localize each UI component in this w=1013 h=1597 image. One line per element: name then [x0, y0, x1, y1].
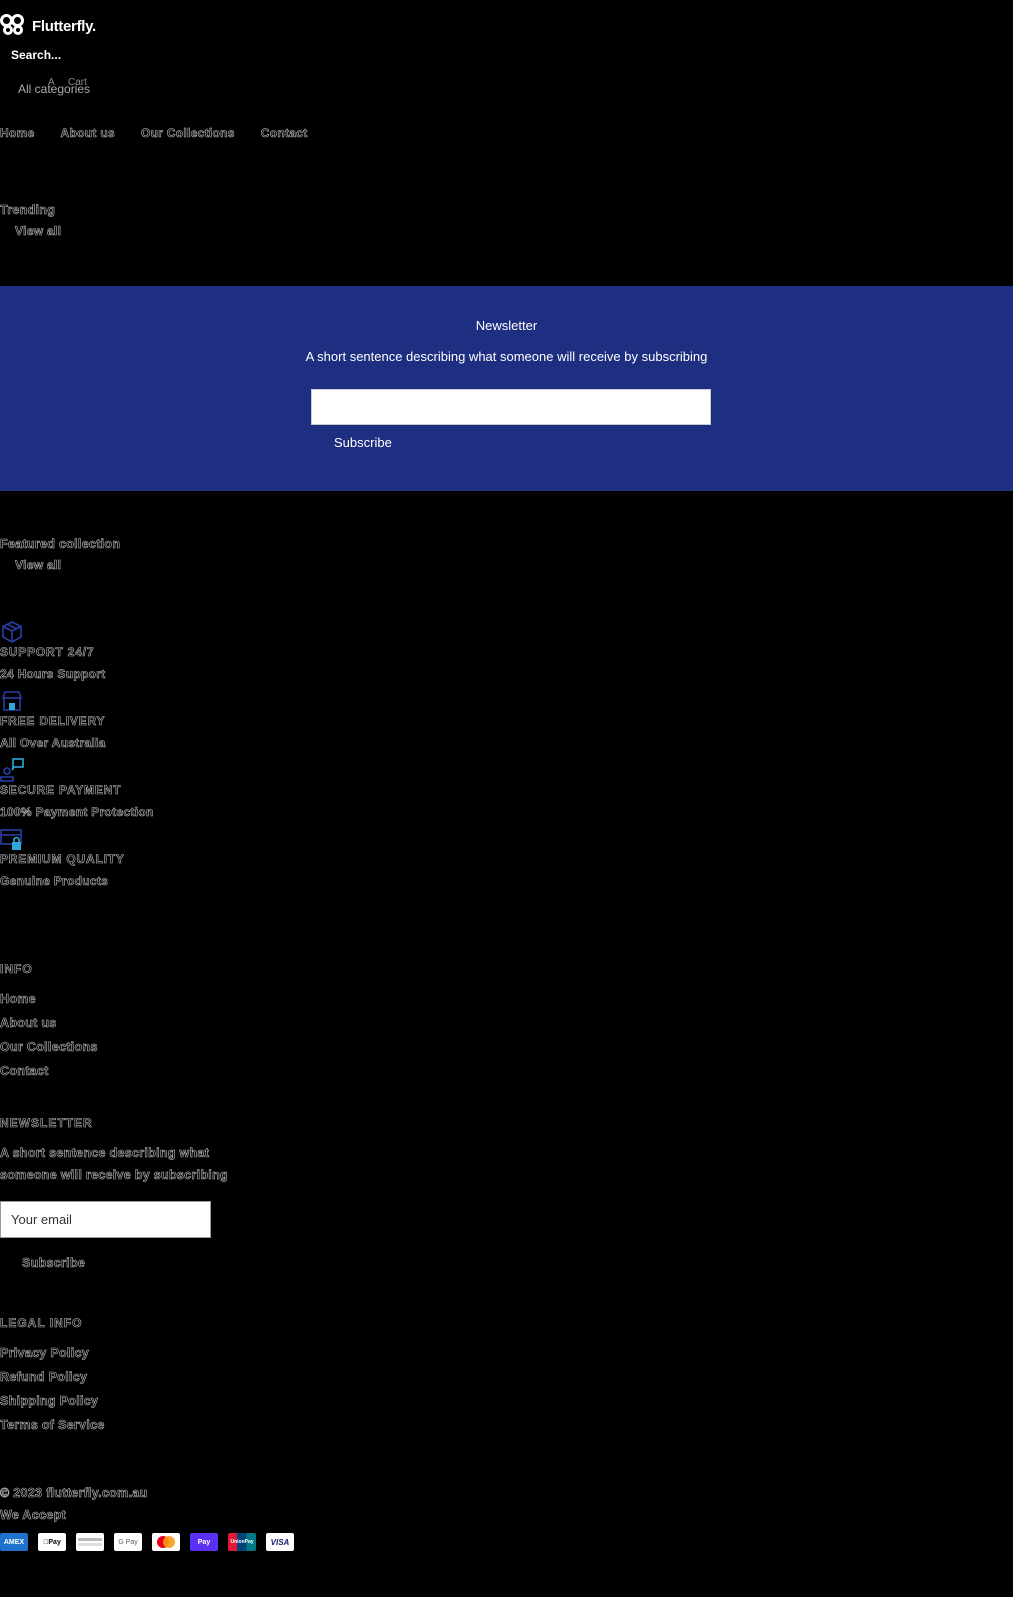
nav-home[interactable]: Home: [0, 126, 35, 141]
diners-club-icon: [76, 1533, 104, 1551]
footer-link-contact[interactable]: Contact: [0, 1064, 49, 1079]
feature-quality: [0, 827, 24, 854]
nav-about-us[interactable]: About us: [60, 126, 115, 141]
mastercard-icon: [152, 1533, 180, 1551]
shop-pay-icon: Pay: [190, 1533, 218, 1551]
footer-link-our-collections[interactable]: Our Collections: [0, 1040, 98, 1055]
feature-subtitle: Genuine Products: [0, 874, 109, 889]
feature-title: FREE DELIVERY: [0, 714, 106, 729]
footer-newsletter-text-line1: A short sentence describing what: [0, 1146, 210, 1161]
support-chat-icon: [0, 758, 24, 782]
newsletter-subtitle: A short sentence describing what someone…: [305, 349, 708, 364]
footer-link-home[interactable]: Home: [0, 992, 36, 1007]
featured-collection-title: Featured collection: [0, 537, 121, 552]
footer-info-heading: INFO: [0, 962, 33, 977]
box-icon: [2, 621, 22, 643]
footer-link-shipping-policy[interactable]: Shipping Policy: [0, 1394, 98, 1409]
secure-card-icon: [0, 829, 22, 850]
footer-link-about-us[interactable]: About us: [0, 1016, 57, 1031]
footer-newsletter-heading: NEWSLETTER: [0, 1116, 93, 1131]
feature-subtitle: 100% Payment Protection: [0, 805, 154, 820]
payment-icons: AMEX Pay G Pay Pay UnionPay VISA: [0, 1533, 294, 1551]
featured-view-all-link[interactable]: View all: [15, 558, 62, 573]
newsletter-email-input[interactable]: [311, 389, 711, 425]
main-nav: Home About us Our Collections Contact: [0, 126, 308, 141]
feature-title: SECURE PAYMENT: [0, 783, 122, 798]
logo-text: Flutterfly.: [32, 17, 96, 35]
feature-title: SUPPORT 24/7: [0, 645, 95, 660]
footer-newsletter-text-line2: someone will receive by subscribing: [0, 1168, 228, 1183]
amex-icon: AMEX: [0, 1533, 28, 1551]
footer-subscribe-button[interactable]: Subscribe: [22, 1256, 85, 1271]
feature-title: PREMIUM QUALITY: [0, 852, 125, 867]
trending-title: Trending: [0, 203, 56, 218]
cart-link[interactable]: Cart: [68, 77, 87, 88]
we-accept-label: We Accept: [0, 1508, 66, 1523]
trending-view-all-link[interactable]: View all: [15, 224, 62, 239]
feature-subtitle: 24 Hours Support: [0, 667, 106, 682]
footer-link-privacy-policy[interactable]: Privacy Policy: [0, 1346, 89, 1361]
feature-delivery: [0, 689, 24, 716]
search-input[interactable]: [11, 48, 211, 62]
butterfly-logo-icon: [0, 14, 30, 38]
newsletter-subscribe-button[interactable]: Subscribe: [334, 435, 392, 450]
feature-support: [0, 620, 24, 647]
copyright: © 2023 flutterfly.com.au: [0, 1486, 148, 1501]
visa-icon: VISA: [266, 1533, 294, 1551]
nav-contact[interactable]: Contact: [260, 126, 307, 141]
apple-pay-icon: Pay: [38, 1533, 66, 1551]
footer-email-input[interactable]: [0, 1201, 211, 1238]
newsletter-title: Newsletter: [475, 318, 538, 333]
footer-legal-heading: LEGAL INFO: [0, 1316, 83, 1331]
newsletter-section: Newsletter A short sentence describing w…: [0, 286, 1013, 491]
unionpay-icon: UnionPay: [228, 1533, 256, 1551]
footer-link-refund-policy[interactable]: Refund Policy: [0, 1370, 87, 1385]
feature-payment: [0, 758, 24, 785]
google-pay-icon: G Pay: [114, 1533, 142, 1551]
nav-our-collections[interactable]: Our Collections: [141, 126, 235, 141]
account-link[interactable]: A: [48, 77, 55, 88]
logo[interactable]: Flutterfly.: [0, 14, 96, 38]
store-icon: [1, 691, 23, 711]
feature-subtitle: All Over Australia: [0, 736, 106, 751]
footer-link-terms-of-service[interactable]: Terms of Service: [0, 1418, 105, 1433]
